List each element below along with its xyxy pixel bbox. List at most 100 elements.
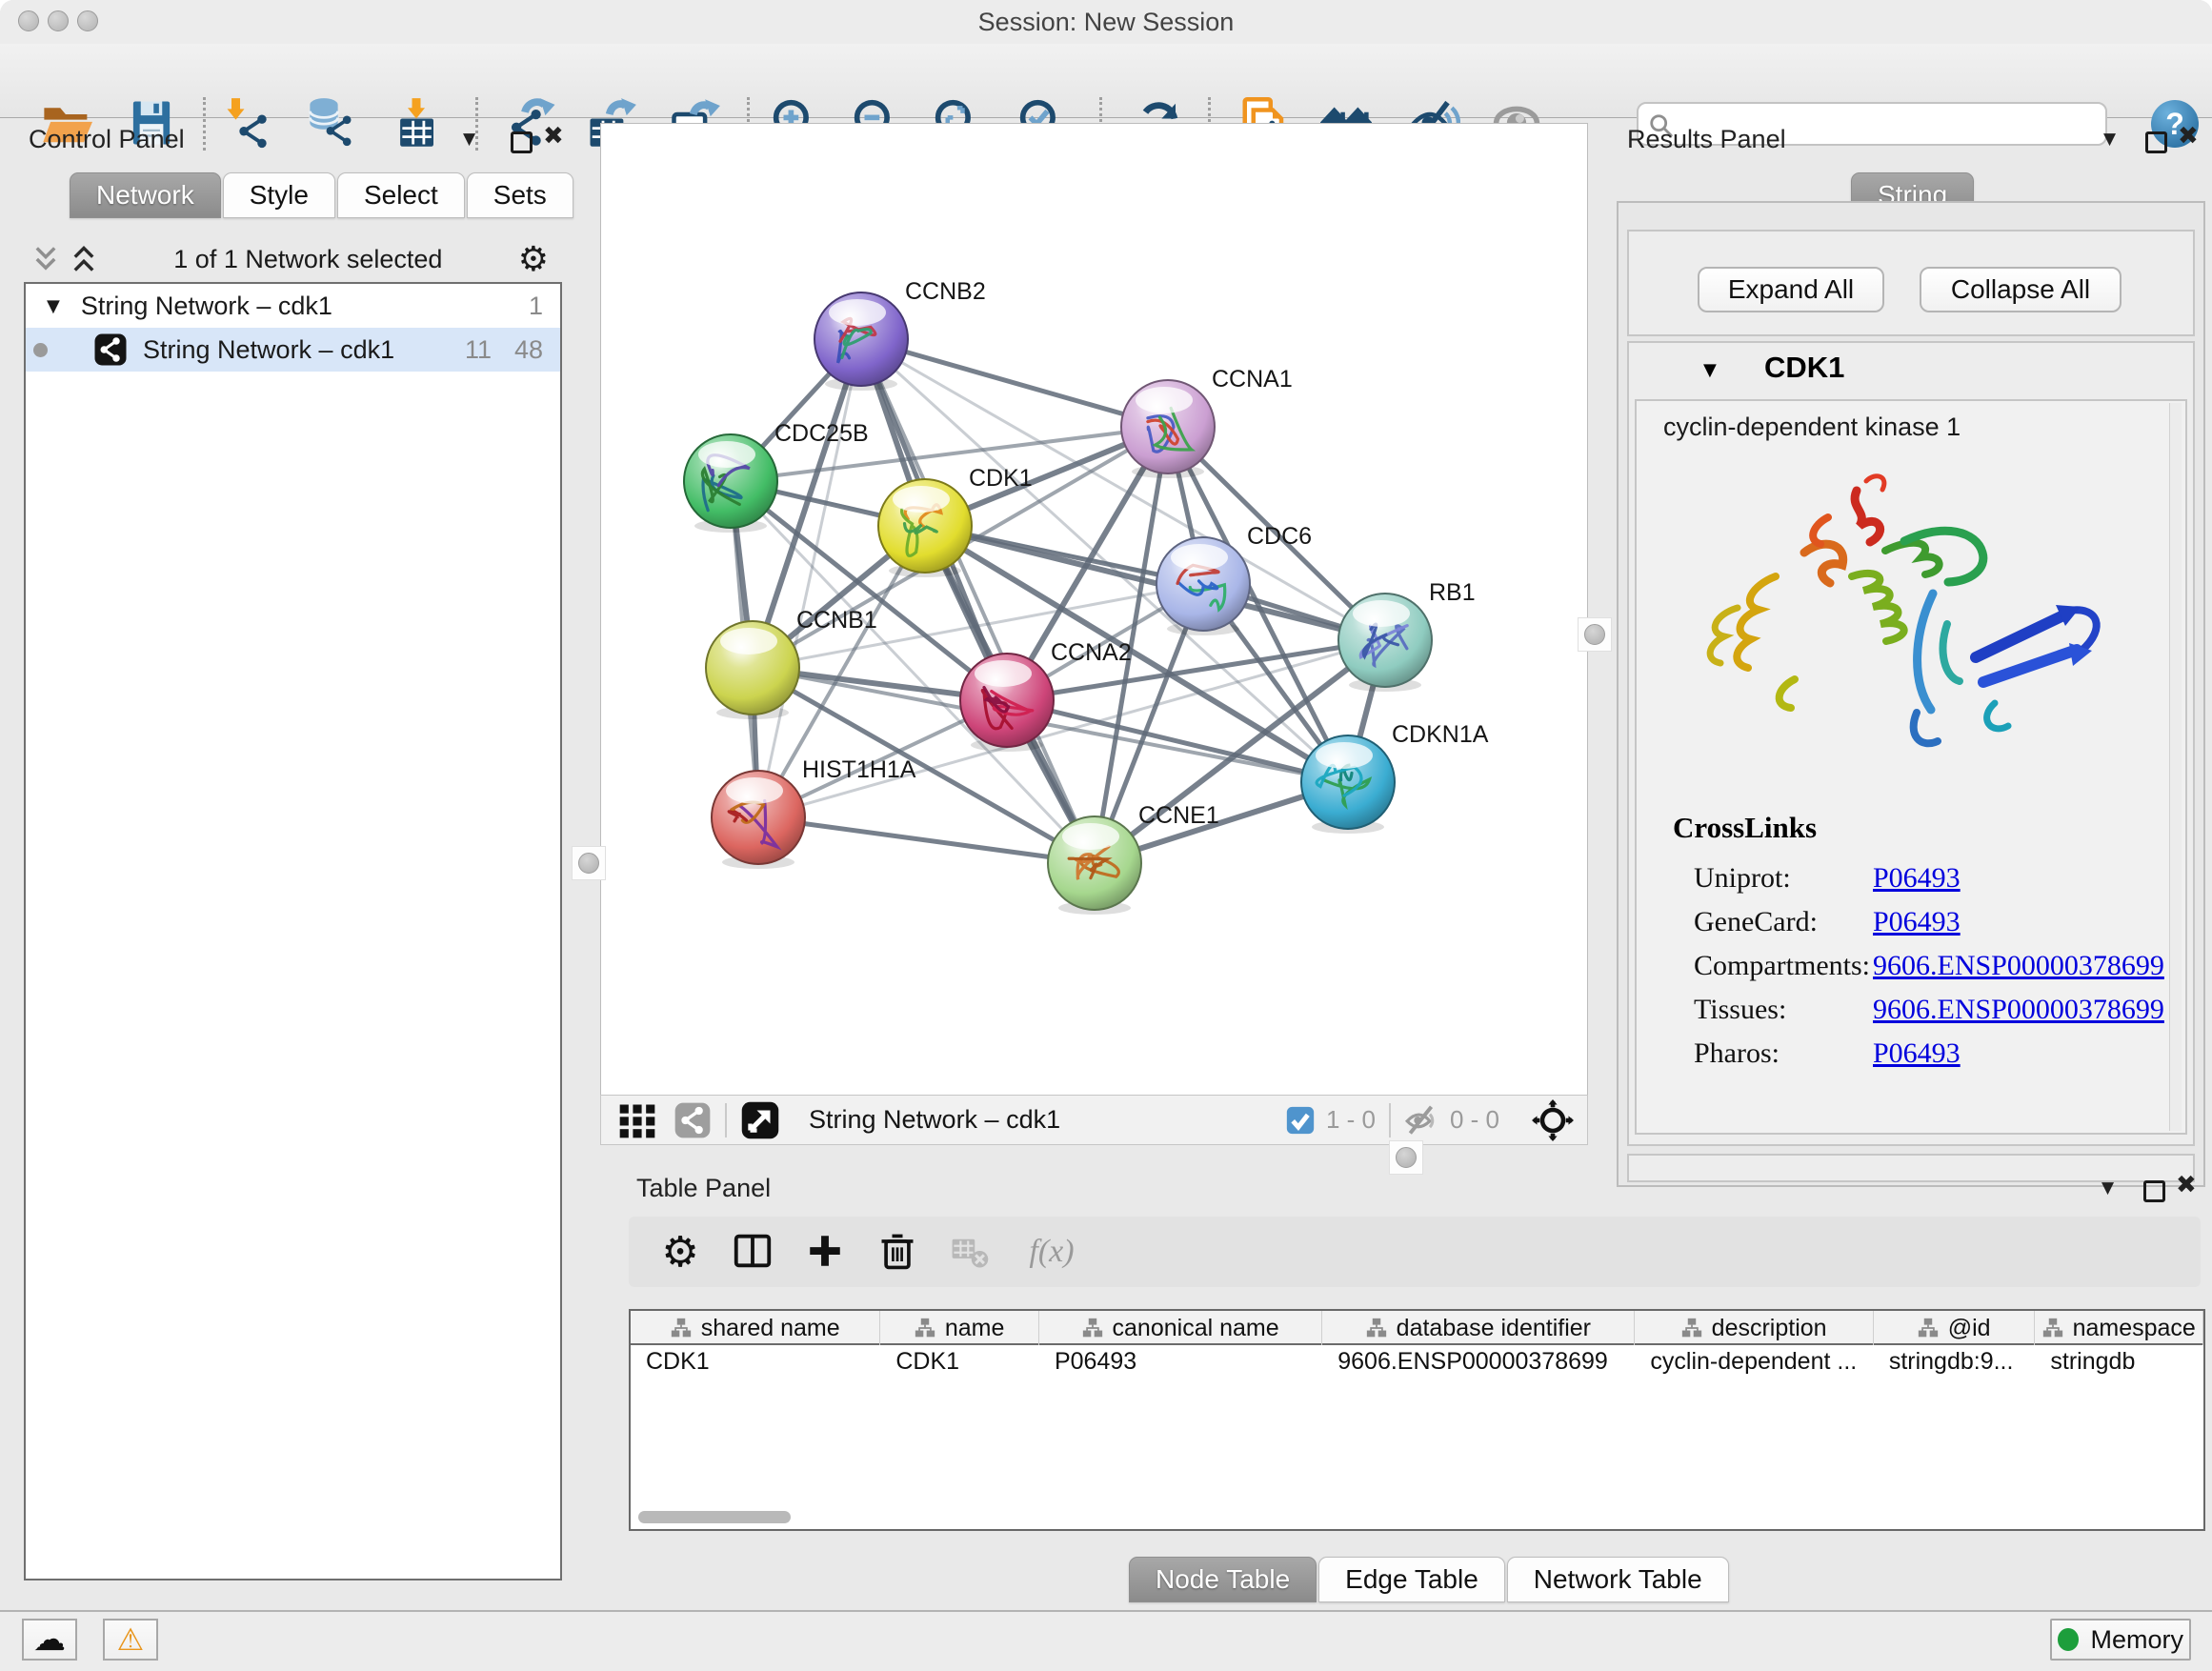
- control-panel-float-button[interactable]: [511, 131, 533, 153]
- column-header-databaseidentifier[interactable]: database identifier: [1322, 1311, 1635, 1345]
- selected-checkbox-icon[interactable]: [1284, 1104, 1317, 1137]
- application-window: Session: New Session ? Control Panel ▼ ✖…: [0, 0, 2212, 1671]
- table-panel-collapse-icon[interactable]: ▼: [2101, 1178, 2114, 1198]
- node-label-CCNB1: CCNB1: [796, 607, 877, 634]
- network-list-header: 1 of 1 Network selected ⚙: [24, 236, 562, 282]
- column-header-name[interactable]: name: [880, 1311, 1039, 1345]
- network-node-RB1[interactable]: RB1: [1338, 579, 1476, 692]
- collection-expander-icon[interactable]: ▼: [47, 296, 60, 316]
- crosslink-label: Compartments:: [1694, 950, 1873, 982]
- table-cell: stringdb: [2035, 1345, 2203, 1379]
- delete-table-icon[interactable]: [941, 1225, 998, 1278]
- expand-all-button[interactable]: Expand All: [1698, 267, 1884, 312]
- memory-button[interactable]: Memory: [2050, 1619, 2191, 1661]
- fit-selected-crosshair-icon[interactable]: [1532, 1099, 1574, 1141]
- crosslink-label: Uniprot:: [1694, 862, 1873, 895]
- protein-detail-box: cyclin-dependent kinase 1: [1635, 399, 2187, 1135]
- birds-eye-view-grid-icon[interactable]: [616, 1099, 658, 1141]
- cloud-status-button[interactable]: ☁: [22, 1619, 77, 1661]
- network-options-gear-icon[interactable]: ⚙: [518, 240, 549, 279]
- table-settings-gear-icon[interactable]: ⚙: [652, 1225, 709, 1278]
- hidden-eye-icon[interactable]: [1404, 1102, 1440, 1138]
- network-node-CCNA1[interactable]: CCNA1: [1121, 366, 1293, 478]
- column-header-sharedname[interactable]: shared name: [631, 1311, 880, 1345]
- control-tab-style[interactable]: Style: [223, 172, 335, 218]
- node-label-CCNB2: CCNB2: [905, 278, 986, 305]
- network-edge[interactable]: [758, 817, 1095, 863]
- results-panel-float-button[interactable]: [2145, 131, 2167, 153]
- results-scrollbar[interactable]: [2169, 403, 2182, 1131]
- add-column-icon[interactable]: [796, 1225, 854, 1278]
- import-table-file-button[interactable]: [388, 95, 445, 152]
- node-label-HIST1H1A: HIST1H1A: [802, 756, 916, 783]
- network-node-HIST1H1A[interactable]: HIST1H1A: [712, 756, 916, 869]
- network-edge[interactable]: [861, 339, 1168, 427]
- crosslink-link[interactable]: P06493: [1873, 1037, 1961, 1070]
- expand-all-networks-icon[interactable]: [70, 245, 98, 273]
- column-type-tree-icon: [2042, 1318, 2063, 1339]
- network-row-selected[interactable]: String Network – cdk1 11 48: [26, 328, 560, 372]
- control-tab-sets[interactable]: Sets: [467, 172, 573, 218]
- table-panel-float-button[interactable]: [2143, 1180, 2165, 1202]
- table-tab-edge-table[interactable]: Edge Table: [1318, 1557, 1505, 1602]
- table-horizontal-scrollbar[interactable]: [638, 1511, 791, 1523]
- network-edge[interactable]: [861, 339, 1095, 863]
- network-node-CDK1[interactable]: CDK1: [878, 465, 1033, 577]
- network-share-gray-icon[interactable]: [674, 1101, 712, 1139]
- import-network-file-button[interactable]: [220, 95, 277, 152]
- title-bar: Session: New Session: [0, 0, 2212, 44]
- results-panel-collapse-icon[interactable]: ▼: [2103, 130, 2116, 149]
- delete-column-trash-icon[interactable]: [869, 1225, 926, 1278]
- protein-name: CDK1: [1764, 351, 1844, 385]
- column-header-canonicalname[interactable]: canonical name: [1039, 1311, 1322, 1345]
- function-builder-icon[interactable]: f(x): [1014, 1225, 1090, 1278]
- horizontal-splitter-handle[interactable]: [1389, 1140, 1423, 1175]
- protein-structure-image: [1661, 460, 2157, 794]
- control-panel-collapse-icon[interactable]: ▼: [463, 130, 475, 149]
- column-type-tree-icon: [915, 1318, 935, 1339]
- status-bar: ☁ ⚠ Memory: [0, 1610, 2212, 1671]
- selected-node-edge-counts: 1 - 0: [1326, 1105, 1376, 1135]
- network-canvas[interactable]: CCNB2CCNA1CDC25BCDK1CDC6RB1CCNB1CCNA2CDK…: [600, 123, 1588, 1097]
- control-tab-select[interactable]: Select: [337, 172, 465, 218]
- control-tab-network[interactable]: Network: [70, 172, 221, 218]
- toolbar-separator: [475, 97, 478, 151]
- right-splitter-handle[interactable]: [1578, 617, 1612, 652]
- warnings-button[interactable]: ⚠: [103, 1619, 158, 1661]
- table-tab-node-table[interactable]: Node Table: [1129, 1557, 1317, 1602]
- crosslink-link[interactable]: 9606.ENSP00000378699: [1873, 950, 2164, 982]
- table-panel-close-button[interactable]: ✖: [2176, 1171, 2197, 1199]
- network-node-CDKN1A[interactable]: CDKN1A: [1301, 721, 1489, 834]
- crosslink-link[interactable]: P06493: [1873, 906, 1961, 938]
- network-view-toolbar: String Network – cdk1 1 - 0 0 - 0: [600, 1095, 1588, 1145]
- column-type-tree-icon: [1918, 1318, 1939, 1339]
- table-row[interactable]: CDK1CDK1P064939606.ENSP00000378699cyclin…: [631, 1345, 2203, 1379]
- node-label-CDK1: CDK1: [969, 465, 1033, 492]
- crosslink-row: Tissues:9606.ENSP00000378699: [1694, 988, 2170, 1032]
- network-collection-row[interactable]: ▼ String Network – cdk1 1: [26, 284, 560, 328]
- crosslink-link[interactable]: 9606.ENSP00000378699: [1873, 994, 2164, 1026]
- collapse-all-networks-icon[interactable]: [31, 245, 60, 273]
- protein-expander-icon[interactable]: ▼: [1703, 360, 1717, 380]
- control-panel-title: Control Panel: [29, 125, 185, 154]
- column-header-description[interactable]: description: [1635, 1311, 1873, 1345]
- collapse-all-button[interactable]: Collapse All: [1920, 267, 2122, 312]
- detach-view-icon[interactable]: [740, 1100, 780, 1140]
- network-node-count: 11: [465, 335, 492, 365]
- network-edge[interactable]: [758, 339, 861, 817]
- column-header-namespace[interactable]: namespace: [2035, 1311, 2203, 1345]
- network-node-CCNB1[interactable]: CCNB1: [706, 607, 877, 719]
- import-network-database-button[interactable]: [304, 95, 361, 152]
- network-list: ▼ String Network – cdk1 1 String Network…: [24, 282, 562, 1580]
- column-header-id[interactable]: @id: [1874, 1311, 2036, 1345]
- table-tab-network-table[interactable]: Network Table: [1507, 1557, 1729, 1602]
- results-panel-body: Expand All Collapse All ▼ CDK1 cyclin-de…: [1617, 201, 2205, 1187]
- collection-count: 1: [529, 292, 543, 321]
- crosslink-row: Compartments:9606.ENSP00000378699: [1694, 944, 2170, 988]
- control-panel-close-button[interactable]: ✖: [543, 122, 564, 151]
- results-panel-close-button[interactable]: ✖: [2178, 122, 2199, 151]
- left-splitter-handle[interactable]: [572, 846, 606, 880]
- crosslink-link[interactable]: P06493: [1873, 862, 1961, 895]
- crosslink-row: Pharos:P06493: [1694, 1032, 2170, 1076]
- show-columns-icon[interactable]: [724, 1225, 781, 1278]
